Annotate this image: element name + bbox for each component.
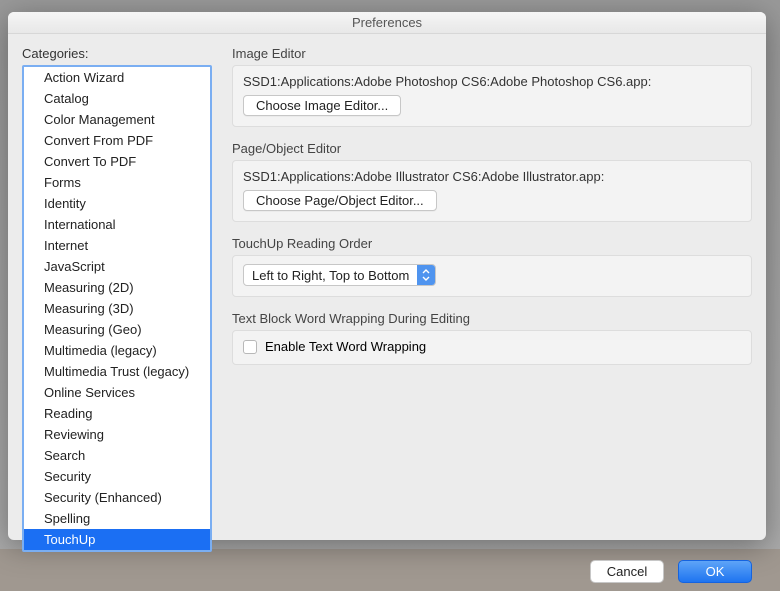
preferences-dialog: Preferences Categories: Action WizardCat…	[8, 12, 766, 540]
ok-button[interactable]: OK	[678, 560, 752, 583]
category-item[interactable]: Reviewing	[24, 424, 210, 445]
cancel-button[interactable]: Cancel	[590, 560, 664, 583]
category-item[interactable]: Security (Enhanced)	[24, 487, 210, 508]
word-wrap-checkbox-label: Enable Text Word Wrapping	[265, 339, 426, 354]
categories-label: Categories:	[22, 46, 212, 61]
category-item[interactable]: Online Services	[24, 382, 210, 403]
word-wrap-panel: Enable Text Word Wrapping	[232, 330, 752, 365]
reading-order-select[interactable]: Left to Right, Top to Bottom	[243, 264, 436, 286]
category-item[interactable]: Convert From PDF	[24, 130, 210, 151]
category-item[interactable]: Reading	[24, 403, 210, 424]
dialog-content: Categories: Action WizardCatalogColor Ma…	[8, 34, 766, 560]
image-editor-section: Image Editor SSD1:Applications:Adobe Pho…	[232, 46, 752, 127]
word-wrap-checkbox-row[interactable]: Enable Text Word Wrapping	[243, 339, 741, 354]
reading-order-label: TouchUp Reading Order	[232, 236, 752, 251]
word-wrap-section: Text Block Word Wrapping During Editing …	[232, 311, 752, 365]
category-item[interactable]: International	[24, 214, 210, 235]
category-item[interactable]: Spelling	[24, 508, 210, 529]
category-item[interactable]: Color Management	[24, 109, 210, 130]
category-item[interactable]: Security	[24, 466, 210, 487]
image-editor-label: Image Editor	[232, 46, 752, 61]
updown-icon	[417, 265, 435, 285]
category-item[interactable]: Forms	[24, 172, 210, 193]
settings-pane: Image Editor SSD1:Applications:Adobe Pho…	[232, 46, 752, 552]
window-title: Preferences	[8, 12, 766, 34]
reading-order-value: Left to Right, Top to Bottom	[244, 265, 417, 285]
page-editor-label: Page/Object Editor	[232, 141, 752, 156]
categories-listbox[interactable]: Action WizardCatalogColor ManagementConv…	[22, 65, 212, 552]
category-item[interactable]: JavaScript	[24, 256, 210, 277]
image-editor-panel: SSD1:Applications:Adobe Photoshop CS6:Ad…	[232, 65, 752, 127]
reading-order-section: TouchUp Reading Order Left to Right, Top…	[232, 236, 752, 297]
word-wrap-checkbox[interactable]	[243, 340, 257, 354]
choose-image-editor-button[interactable]: Choose Image Editor...	[243, 95, 401, 116]
page-editor-panel: SSD1:Applications:Adobe Illustrator CS6:…	[232, 160, 752, 222]
category-item[interactable]: Identity	[24, 193, 210, 214]
category-item[interactable]: Measuring (2D)	[24, 277, 210, 298]
category-item[interactable]: Convert To PDF	[24, 151, 210, 172]
dialog-footer: Cancel OK	[8, 560, 766, 591]
category-item[interactable]: TouchUp	[24, 529, 210, 550]
category-item[interactable]: Multimedia (legacy)	[24, 340, 210, 361]
page-editor-section: Page/Object Editor SSD1:Applications:Ado…	[232, 141, 752, 222]
category-item[interactable]: Search	[24, 445, 210, 466]
category-item[interactable]: Multimedia Trust (legacy)	[24, 361, 210, 382]
sidebar: Categories: Action WizardCatalogColor Ma…	[22, 46, 212, 552]
image-editor-path: SSD1:Applications:Adobe Photoshop CS6:Ad…	[243, 74, 741, 89]
category-item[interactable]: Action Wizard	[24, 67, 210, 88]
word-wrap-label: Text Block Word Wrapping During Editing	[232, 311, 752, 326]
category-item[interactable]: Catalog	[24, 88, 210, 109]
reading-order-panel: Left to Right, Top to Bottom	[232, 255, 752, 297]
category-item[interactable]: Internet	[24, 235, 210, 256]
category-item[interactable]: Measuring (Geo)	[24, 319, 210, 340]
choose-page-editor-button[interactable]: Choose Page/Object Editor...	[243, 190, 437, 211]
page-editor-path: SSD1:Applications:Adobe Illustrator CS6:…	[243, 169, 741, 184]
category-item[interactable]: Measuring (3D)	[24, 298, 210, 319]
